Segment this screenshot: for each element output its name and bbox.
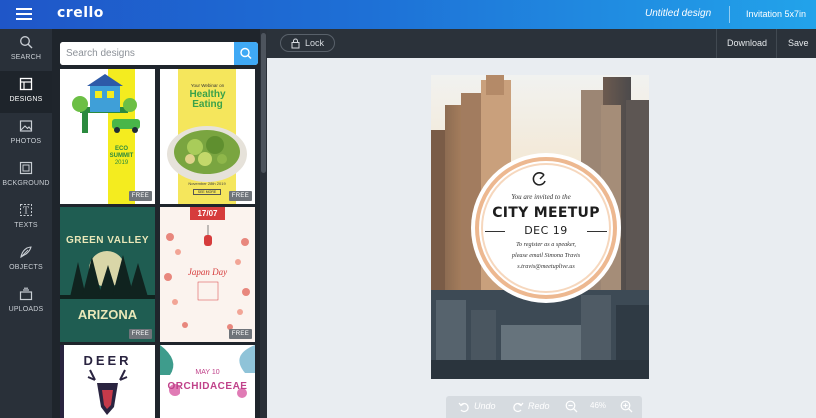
- rail-item-texts[interactable]: T TEXTS: [0, 197, 52, 239]
- template-text: ORCHIDACEAE: [167, 381, 248, 392]
- template-text: Japan Day: [187, 267, 228, 277]
- rail-label: TEXTS: [14, 222, 38, 229]
- lock-button[interactable]: Lock: [280, 34, 335, 52]
- template-card-green-valley[interactable]: GREEN VALLEY ARIZONA FREE: [60, 207, 155, 342]
- template-text: SUMMIT: [109, 153, 134, 159]
- toolbar-divider: [776, 29, 777, 58]
- redo-icon[interactable]: [512, 401, 524, 413]
- rail-item-photos[interactable]: PHOTOS: [0, 113, 52, 155]
- rail-label: DESIGNS: [9, 96, 43, 103]
- template-text: ECO: [114, 146, 128, 152]
- lock-label: Lock: [305, 38, 325, 48]
- rail-item-search[interactable]: SEARCH: [0, 29, 52, 71]
- template-text: MAY 10: [195, 369, 220, 376]
- template-card-deer[interactable]: DEER: [60, 345, 155, 418]
- zoom-in-icon[interactable]: [620, 400, 633, 413]
- deer-illustration: [60, 345, 128, 418]
- free-badge: FREE: [228, 329, 252, 339]
- template-text: ARIZONA: [77, 307, 138, 322]
- template-card-japan-day[interactable]: 17/07 Japan Day FREE: [160, 207, 255, 342]
- eco-summit-artwork: [60, 69, 155, 204]
- template-card-eco-summit[interactable]: ECO SUMMIT 2019 FREE: [60, 69, 155, 204]
- free-badge: FREE: [128, 329, 152, 339]
- rail-label: UPLOADS: [8, 306, 44, 313]
- rail-label: BCKGROUND: [2, 180, 50, 187]
- template-text: November 28th 2019: [188, 181, 226, 186]
- toolbar-divider: [716, 29, 717, 58]
- scrollbar-thumb[interactable]: [261, 33, 266, 173]
- header-divider: [729, 6, 730, 23]
- download-button[interactable]: Download: [727, 38, 767, 48]
- save-button[interactable]: Save: [788, 38, 809, 48]
- meetup-logo-icon: [532, 172, 546, 186]
- template-text: 2019: [114, 160, 129, 166]
- template-text: 17/07: [197, 209, 218, 218]
- document-title[interactable]: Untitled design: [645, 8, 711, 19]
- history-zoom-bar: Undo Redo 46%: [446, 396, 642, 418]
- template-card-healthy-eating[interactable]: Your Webinar on Healthy Eating November …: [160, 69, 255, 204]
- editor-toolbar: Lock Download Save: [267, 29, 816, 58]
- search-icon: [20, 36, 33, 49]
- rail-item-uploads[interactable]: UPLOADS: [0, 281, 52, 323]
- photo-icon: [19, 120, 33, 132]
- free-badge: FREE: [228, 191, 252, 201]
- date-rule-right: [587, 231, 607, 232]
- undo-icon[interactable]: [458, 401, 470, 413]
- template-text: SEE MORE: [193, 189, 221, 195]
- text-icon: T: [20, 204, 32, 217]
- invite-body-line[interactable]: please email Simona Travis: [471, 252, 621, 259]
- document-size[interactable]: Invitation 5x7in: [746, 9, 806, 19]
- rail-item-objects[interactable]: OBJECTS: [0, 239, 52, 281]
- invite-title[interactable]: CITY MEETUP: [471, 205, 621, 221]
- panel-scrollbar[interactable]: [260, 29, 267, 418]
- app-logo[interactable]: crello: [57, 5, 104, 21]
- search-input[interactable]: [60, 42, 234, 65]
- free-badge: FREE: [128, 191, 152, 201]
- rail-label: PHOTOS: [10, 138, 42, 145]
- invite-intro[interactable]: You are invited to the: [471, 193, 611, 201]
- invite-body-line[interactable]: s.travis@meetuplive.us: [471, 263, 621, 270]
- zoom-out-icon[interactable]: [565, 400, 578, 413]
- invite-body-line[interactable]: To register as a speaker,: [471, 241, 621, 248]
- template-card-orchidaceae[interactable]: MAY 10 ORCHIDACEAE: [160, 345, 255, 418]
- objects-icon: [20, 246, 32, 259]
- sidebar-rail: SEARCH DESIGNS PHOTOS BCKGROUND T TEXTS …: [0, 29, 52, 418]
- search-icon: [240, 47, 252, 60]
- zoom-level[interactable]: 46%: [590, 401, 606, 410]
- top-bar: crello Untitled design Invitation 5x7in: [0, 0, 816, 29]
- search-button[interactable]: [234, 42, 258, 65]
- undo-button[interactable]: Undo: [474, 401, 496, 411]
- rail-item-background[interactable]: BCKGROUND: [0, 155, 52, 197]
- designs-icon: [19, 77, 33, 91]
- search-box: [60, 42, 258, 65]
- background-icon: [19, 161, 33, 175]
- menu-icon[interactable]: [16, 8, 32, 20]
- rail-item-designs[interactable]: DESIGNS: [0, 71, 52, 113]
- redo-button[interactable]: Redo: [528, 401, 550, 411]
- svg-text:T: T: [23, 207, 29, 217]
- lock-icon: [291, 38, 300, 49]
- rail-label: SEARCH: [10, 54, 42, 61]
- rail-label: OBJECTS: [9, 264, 43, 271]
- upload-icon: [19, 287, 33, 301]
